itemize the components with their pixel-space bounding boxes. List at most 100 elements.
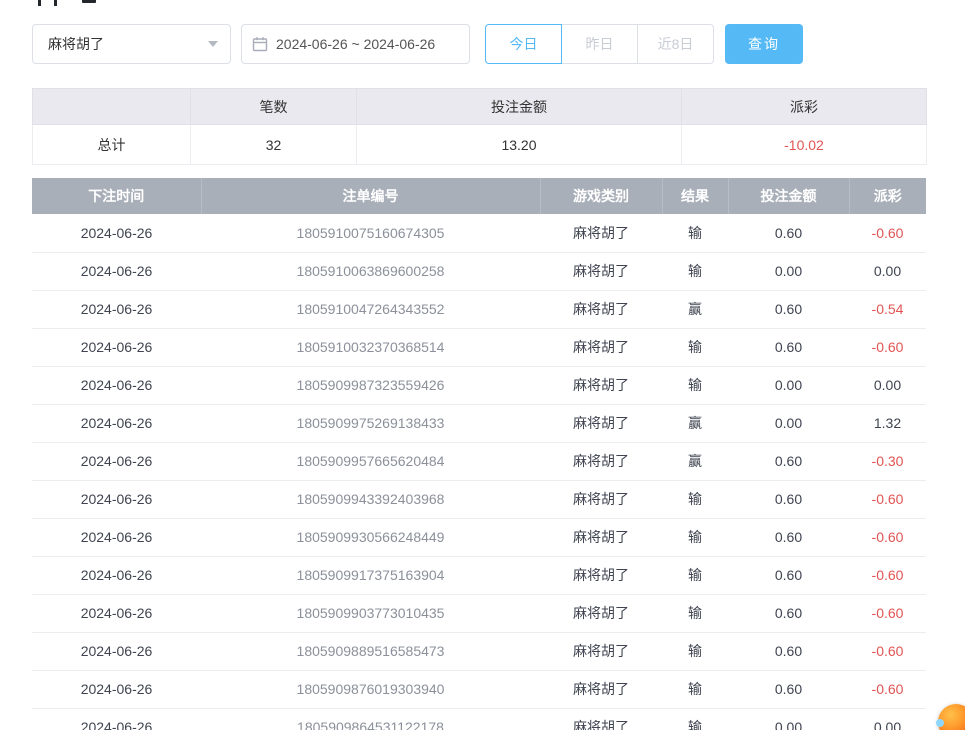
cell-payout: 0.00 (849, 708, 926, 730)
summary-payout-value: -10.02 (682, 125, 927, 165)
cell-payout: -0.30 (849, 442, 926, 480)
cell-game: 麻将胡了 (540, 632, 662, 670)
cell-date: 2024-06-26 (32, 594, 201, 632)
cell-order-no: 1805909987323559426 (201, 366, 540, 404)
today-button[interactable]: 今日 (485, 24, 562, 64)
clipped-top-element (36, 0, 116, 7)
filter-bar: 麻将胡了 2024-06-26 ~ 2024-06-26 今日 昨日 近8日 查… (32, 24, 803, 64)
header-payout: 派彩 (849, 178, 926, 214)
cell-payout: 1.32 (849, 404, 926, 442)
table-row: 2024-06-261805909930566248449麻将胡了输0.60-0… (32, 518, 926, 556)
cell-game: 麻将胡了 (540, 670, 662, 708)
table-row: 2024-06-261805909864531122178麻将胡了输0.000.… (32, 708, 926, 730)
cell-bet: 0.60 (728, 594, 849, 632)
cell-payout: -0.60 (849, 670, 926, 708)
cell-bet: 0.00 (728, 252, 849, 290)
table-row: 2024-06-261805909917375163904麻将胡了输0.60-0… (32, 556, 926, 594)
cell-game: 麻将胡了 (540, 214, 662, 252)
cell-result: 输 (662, 708, 728, 730)
query-button[interactable]: 查询 (725, 24, 803, 64)
cell-result: 赢 (662, 290, 728, 328)
cell-bet: 0.60 (728, 670, 849, 708)
cell-date: 2024-06-26 (32, 252, 201, 290)
cell-order-no: 1805909957665620484 (201, 442, 540, 480)
date-range-value: 2024-06-26 ~ 2024-06-26 (276, 36, 435, 52)
cell-order-no: 1805910047264343552 (201, 290, 540, 328)
cell-payout: -0.60 (849, 328, 926, 366)
cell-date: 2024-06-26 (32, 480, 201, 518)
cell-date: 2024-06-26 (32, 670, 201, 708)
table-row: 2024-06-261805910032370368514麻将胡了输0.60-0… (32, 328, 926, 366)
cell-result: 输 (662, 670, 728, 708)
cell-result: 输 (662, 518, 728, 556)
summary-table: 笔数 投注金额 派彩 总计 32 13.20 -10.02 (32, 88, 927, 165)
cell-game: 麻将胡了 (540, 480, 662, 518)
cell-date: 2024-06-26 (32, 290, 201, 328)
game-select-value: 麻将胡了 (48, 34, 104, 54)
cell-date: 2024-06-26 (32, 214, 201, 252)
cell-result: 输 (662, 214, 728, 252)
cell-date: 2024-06-26 (32, 632, 201, 670)
calendar-icon (252, 36, 268, 52)
cell-payout: -0.60 (849, 632, 926, 670)
summary-count-value: 32 (191, 125, 357, 165)
cell-result: 输 (662, 632, 728, 670)
table-row: 2024-06-261805910063869600258麻将胡了输0.000.… (32, 252, 926, 290)
cell-date: 2024-06-26 (32, 708, 201, 730)
cell-payout: -0.60 (849, 556, 926, 594)
cell-game: 麻将胡了 (540, 556, 662, 594)
summary-total-label: 总计 (33, 125, 191, 165)
summary-header-bet-amount: 投注金额 (357, 89, 682, 125)
summary-bet-amount-value: 13.20 (357, 125, 682, 165)
cell-payout: -0.54 (849, 290, 926, 328)
cell-date: 2024-06-26 (32, 366, 201, 404)
cell-bet: 0.00 (728, 708, 849, 730)
cell-order-no: 1805909917375163904 (201, 556, 540, 594)
cell-result: 赢 (662, 442, 728, 480)
header-result: 结果 (662, 178, 728, 214)
table-row: 2024-06-261805909876019303940麻将胡了输0.60-0… (32, 670, 926, 708)
summary-header-payout: 派彩 (682, 89, 927, 125)
cell-game: 麻将胡了 (540, 404, 662, 442)
cell-order-no: 1805910063869600258 (201, 252, 540, 290)
summary-header-count: 笔数 (191, 89, 357, 125)
table-row: 2024-06-261805910075160674305麻将胡了输0.60-0… (32, 214, 926, 252)
yesterday-button[interactable]: 昨日 (561, 24, 638, 64)
cell-bet: 0.60 (728, 442, 849, 480)
cell-game: 麻将胡了 (540, 252, 662, 290)
game-select[interactable]: 麻将胡了 (32, 24, 231, 64)
cell-result: 赢 (662, 404, 728, 442)
cell-order-no: 1805910032370368514 (201, 328, 540, 366)
cell-bet: 0.60 (728, 214, 849, 252)
cell-date: 2024-06-26 (32, 404, 201, 442)
cell-date: 2024-06-26 (32, 442, 201, 480)
cell-bet: 0.60 (728, 328, 849, 366)
header-order-number: 注单编号 (201, 178, 540, 214)
cell-date: 2024-06-26 (32, 556, 201, 594)
last-8-days-button[interactable]: 近8日 (637, 24, 714, 64)
cell-game: 麻将胡了 (540, 518, 662, 556)
summary-header-blank (33, 89, 191, 125)
date-range-picker[interactable]: 2024-06-26 ~ 2024-06-26 (241, 24, 470, 64)
records-table: 下注时间 注单编号 游戏类别 结果 投注金额 派彩 2024-06-261805… (32, 178, 926, 730)
header-bet-amount: 投注金额 (728, 178, 849, 214)
table-row: 2024-06-261805909987323559426麻将胡了输0.000.… (32, 366, 926, 404)
cell-order-no: 1805909876019303940 (201, 670, 540, 708)
table-row: 2024-06-261805909957665620484麻将胡了赢0.60-0… (32, 442, 926, 480)
quick-range-button-group: 今日 昨日 近8日 (485, 24, 714, 64)
floating-service-icon[interactable] (938, 704, 965, 730)
bet-records-page: 麻将胡了 2024-06-26 ~ 2024-06-26 今日 昨日 近8日 查… (0, 0, 965, 730)
cell-bet: 0.00 (728, 366, 849, 404)
cell-payout: 0.00 (849, 366, 926, 404)
cell-payout: 0.00 (849, 252, 926, 290)
cell-result: 输 (662, 328, 728, 366)
cell-game: 麻将胡了 (540, 708, 662, 730)
cell-payout: -0.60 (849, 214, 926, 252)
cell-result: 输 (662, 252, 728, 290)
header-game-category: 游戏类别 (540, 178, 662, 214)
cell-order-no: 1805909903773010435 (201, 594, 540, 632)
cell-order-no: 1805909889516585473 (201, 632, 540, 670)
cell-game: 麻将胡了 (540, 594, 662, 632)
cell-game: 麻将胡了 (540, 366, 662, 404)
cell-order-no: 1805909943392403968 (201, 480, 540, 518)
